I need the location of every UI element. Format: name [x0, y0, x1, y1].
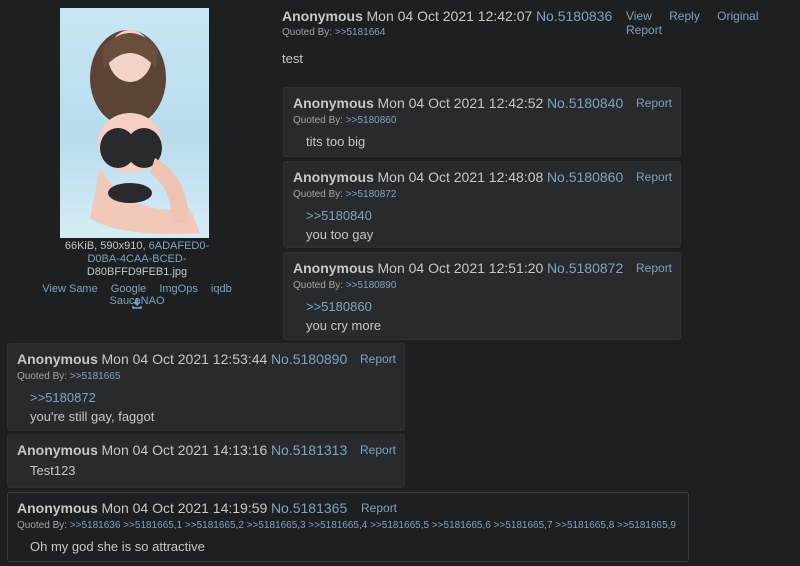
original-link[interactable]: Original [717, 9, 758, 23]
thumbnail-illustration [90, 30, 200, 234]
imgops-link[interactable]: ImgOps [159, 283, 198, 295]
report-link[interactable]: Report [636, 96, 672, 110]
reply-body: tits too big [306, 134, 366, 149]
post-number[interactable]: No.5180840 [547, 95, 623, 111]
post-number[interactable]: No.5181313 [271, 442, 347, 458]
reply-post: Anonymous Mon 04 Oct 2021 12:53:44 No.51… [7, 343, 405, 431]
report-link[interactable]: Report [360, 443, 396, 457]
post-number[interactable]: No.5180860 [547, 169, 623, 185]
quoted-by-link[interactable]: >>5181664 [335, 27, 386, 38]
quoted-by: Quoted By: >>5181636 >>5181665,1 >>51816… [17, 520, 676, 531]
view-link[interactable]: View [626, 9, 652, 23]
file-name-3: D80BFFD9FEB1.jpg [86, 266, 188, 278]
reply-header: Anonymous Mon 04 Oct 2021 14:13:16 No.51… [17, 442, 348, 458]
quote-link[interactable]: >>5180840 [306, 206, 373, 225]
quoted-by-link[interactable]: >>5180860 [346, 115, 397, 126]
reply-body: >>5180872 you're still gay, faggot [30, 388, 155, 424]
report-link[interactable]: Report [626, 23, 662, 37]
file-name-link-2[interactable]: D0BA-4CAA-BCED- [8, 253, 266, 266]
quoted-by: Quoted By: >>5180860 [293, 115, 397, 126]
quoted-by-link[interactable]: >>5180872 [346, 189, 397, 200]
report-link[interactable]: Report [636, 261, 672, 275]
file-name-link[interactable]: 6ADAFED0- [149, 240, 210, 252]
quoted-by: Quoted By: >>5180872 [293, 189, 397, 200]
reply-header: Anonymous Mon 04 Oct 2021 12:51:20 No.51… [293, 260, 624, 276]
quoted-by: Quoted By: >>5180890 [293, 280, 397, 291]
op-post-header: Anonymous Mon 04 Oct 2021 12:42:07 No.51… [282, 8, 612, 24]
reply-post: Anonymous Mon 04 Oct 2021 12:48:08 No.51… [283, 161, 681, 248]
report-link[interactable]: Report [636, 170, 672, 184]
file-size-dims: 66KiB, 590x910, [64, 240, 146, 252]
google-link[interactable]: Google [111, 283, 146, 295]
reply-link[interactable]: Reply [669, 9, 700, 23]
post-date: Mon 04 Oct 2021 12:42:07 [366, 8, 533, 24]
reply-post: Anonymous Mon 04 Oct 2021 14:13:16 No.51… [7, 434, 405, 488]
op-actions: View Reply Original Report [612, 9, 800, 37]
post-number[interactable]: No.5180872 [547, 260, 623, 276]
reply-post-highlighted: Anonymous Mon 04 Oct 2021 14:19:59 No.51… [7, 492, 689, 562]
poster-name: Anonymous [282, 8, 363, 24]
iqdb-link[interactable]: iqdb [211, 283, 232, 295]
quoted-by-link[interactable]: >>5180890 [346, 280, 397, 291]
reply-body: >>5180840 you too gay [306, 206, 374, 242]
post-thumbnail-image[interactable] [60, 8, 209, 238]
reply-post: Anonymous Mon 04 Oct 2021 12:51:20 No.51… [283, 252, 681, 340]
quoted-by: Quoted By: >>5181665 [17, 371, 121, 382]
post-number[interactable]: No.5181365 [271, 500, 347, 516]
quote-link[interactable]: >>5180860 [306, 297, 381, 316]
op-body: test [282, 51, 303, 66]
download-icon[interactable] [131, 297, 143, 309]
quoted-by-link[interactable]: >>5181665 [70, 371, 121, 382]
reply-header: Anonymous Mon 04 Oct 2021 12:53:44 No.51… [17, 351, 348, 367]
post-number[interactable]: No.5180890 [271, 351, 347, 367]
op-quoted-by: Quoted By: >>5181664 [282, 27, 386, 38]
reply-body: Oh my god she is so attractive [30, 539, 205, 554]
file-info: 66KiB, 590x910, 6ADAFED0- D0BA-4CAA-BCED… [8, 240, 266, 279]
post-number[interactable]: No.5180836 [536, 8, 612, 24]
quote-link[interactable]: >>5180872 [30, 388, 154, 407]
reply-body: Test123 [30, 463, 76, 478]
reply-post: Anonymous Mon 04 Oct 2021 12:42:52 No.51… [283, 87, 681, 157]
reply-header: Anonymous Mon 04 Oct 2021 12:42:52 No.51… [293, 95, 624, 111]
reply-header: Anonymous Mon 04 Oct 2021 12:48:08 No.51… [293, 169, 624, 185]
reply-body: >>5180860 you cry more [306, 297, 382, 333]
report-link[interactable]: Report [360, 352, 396, 366]
report-link[interactable]: Report [361, 501, 397, 515]
reply-header: Anonymous Mon 04 Oct 2021 14:19:59 No.51… [17, 500, 348, 516]
quoted-by-links[interactable]: >>5181636 >>5181665,1 >>5181665,2 >>5181… [70, 520, 676, 531]
view-same-link[interactable]: View Same [42, 283, 97, 295]
